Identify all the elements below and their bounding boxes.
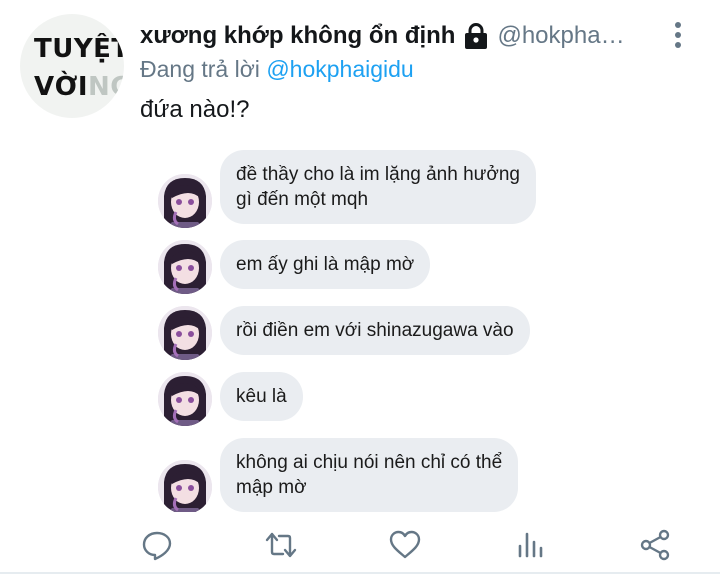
tweet-actions [0,520,720,568]
share-icon[interactable] [638,528,672,562]
chat-bubble: em ấy ghi là mập mờ [220,240,431,289]
chat-bubble: kêu là [220,372,303,421]
avatar-logo-line2-main: VỜI [34,72,89,102]
attached-image[interactable]: đề thầy cho là im lặng ảnh hưởng gì đến … [140,140,620,512]
chat-bubble: rồi điền em với shinazugawa vào [220,306,530,355]
chat-avatar [158,372,212,426]
tweet[interactable]: TUYỆT VỜING xương khớp không ổn định @ho… [0,0,720,579]
tweet-header: xương khớp không ổn định @hokpha… [140,18,660,54]
author-handle[interactable]: @hokpha… [497,22,624,50]
display-name[interactable]: xương khớp không ổn định [140,22,455,50]
analytics-icon[interactable] [514,528,548,562]
chat-bubble: đề thầy cho là im lặng ảnh hưởng gì đến … [220,150,536,224]
retweet-icon[interactable] [264,528,298,562]
reply-icon[interactable] [140,528,174,562]
chat-bubble-line: đề thầy cho là im lặng ảnh hưởng [236,164,520,185]
chat-bubble-line: rồi điền em với shinazugawa vào [236,320,514,341]
avatar-logo-line2-fade: NG [88,72,124,102]
chat-bubble-line: mập mờ [236,477,307,498]
heart-icon[interactable] [388,528,422,562]
chat-bubble: không ai chịu nói nên chỉ có thể mập mờ [220,438,519,512]
chat-avatar [158,240,212,294]
chat-message: không ai chịu nói nên chỉ có thể mập mờ [140,438,620,512]
replying-to-label: Đang trả lời [140,56,260,82]
chat-message: rồi điền em với shinazugawa vào [140,306,620,362]
avatar-logo-line2: VỜING [34,74,124,100]
chat-bubble-line: em ấy ghi là mập mờ [236,254,415,275]
replying-to-handle[interactable]: @hokphaigidu [266,56,413,82]
lock-icon [463,22,489,50]
chat-bubble-line: gì đến một mqh [236,189,369,210]
chat-bubble-line: không ai chịu nói nên chỉ có thể [236,452,503,473]
divider [0,572,720,574]
chat-avatar [158,306,212,360]
avatar-logo-line1: TUYỆT [34,34,124,64]
tweet-text: đứa nào!? [140,96,250,123]
chat-bubble-line: kêu là [236,386,287,407]
chat-avatar [158,460,212,512]
chat-message: em ấy ghi là mập mờ [140,240,620,296]
more-vertical-icon[interactable] [668,20,688,50]
chat-avatar [158,174,212,228]
replying-to: Đang trả lời @hokphaigidu [140,56,414,83]
chat-message: kêu là [140,372,620,428]
chat-message: đề thầy cho là im lặng ảnh hưởng gì đến … [140,150,620,228]
profile-avatar[interactable]: TUYỆT VỜING [20,14,124,118]
